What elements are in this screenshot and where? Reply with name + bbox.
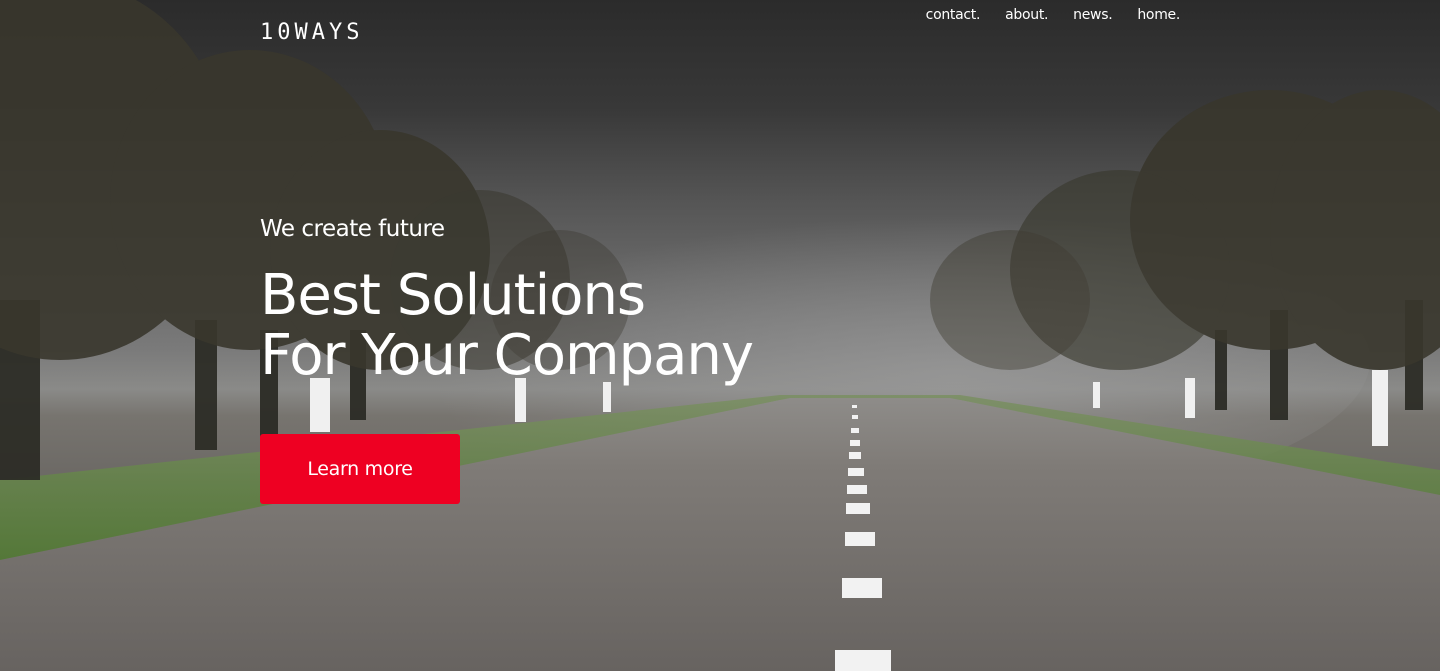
top-navbar: 10WAYS contact. about. news. home. xyxy=(0,0,1440,60)
main-nav: contact. about. news. home. xyxy=(926,7,1181,23)
hero-section: 10WAYS contact. about. news. home. We cr… xyxy=(0,0,1440,671)
learn-more-button[interactable]: Learn more xyxy=(260,434,460,504)
site-logo[interactable]: 10WAYS xyxy=(260,20,363,45)
hero-tagline: We create future xyxy=(260,216,445,242)
hero-headline: Best Solutions For Your Company xyxy=(260,263,754,388)
nav-link-news[interactable]: news. xyxy=(1073,7,1112,23)
hero-headline-line-2: For Your Company xyxy=(260,323,754,388)
nav-link-contact[interactable]: contact. xyxy=(926,7,981,23)
hero-headline-line-1: Best Solutions xyxy=(260,263,646,328)
nav-link-about[interactable]: about. xyxy=(1005,7,1048,23)
nav-link-home[interactable]: home. xyxy=(1137,7,1180,23)
